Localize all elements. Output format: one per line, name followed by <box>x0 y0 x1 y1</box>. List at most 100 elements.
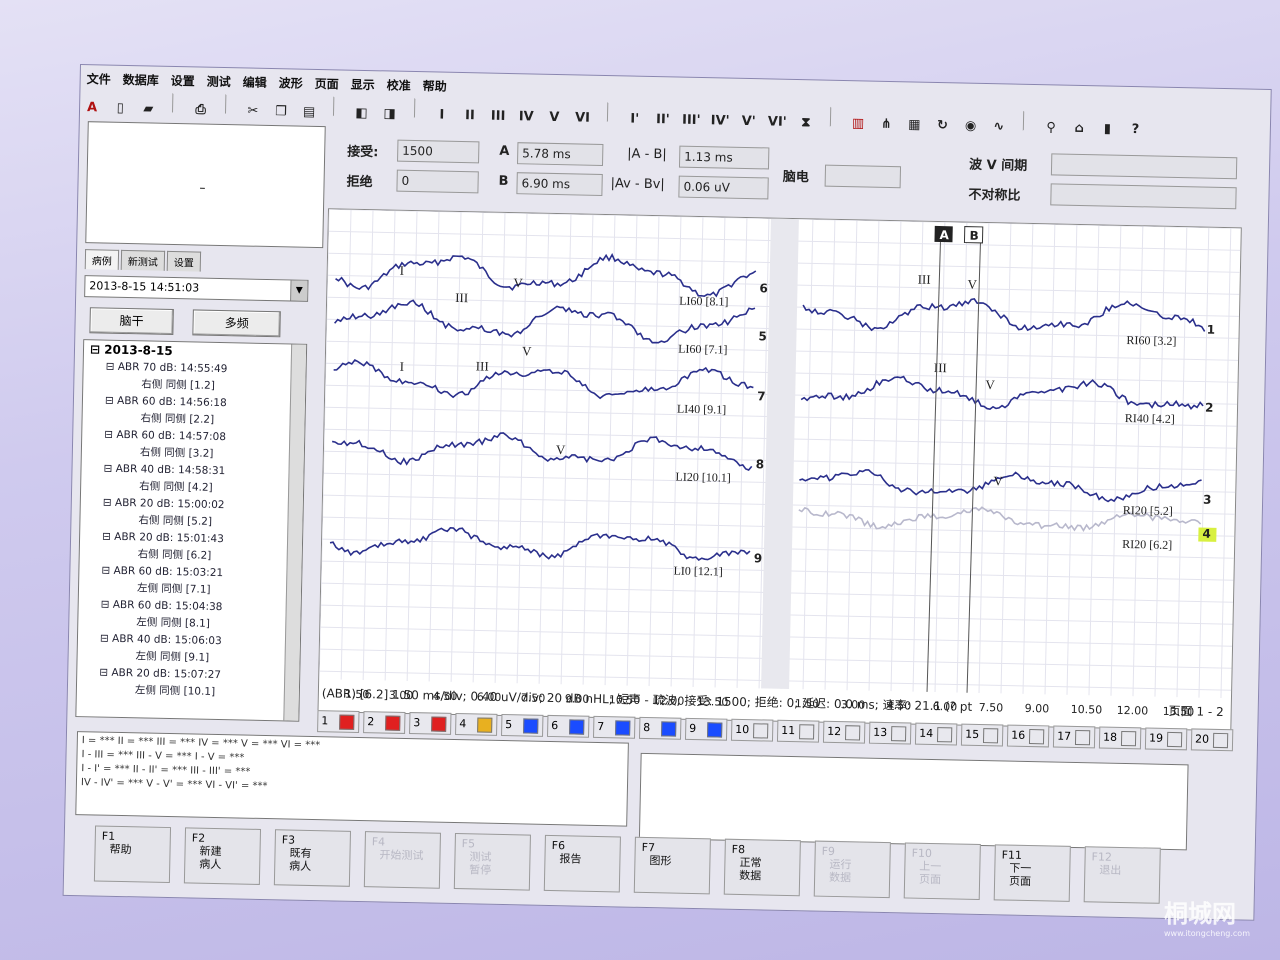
fkey-f3-button[interactable]: F3 既有 病人 <box>273 829 351 887</box>
channel-toggle[interactable]: 3 <box>409 712 452 735</box>
channel-toggle[interactable]: 17 <box>1052 725 1096 749</box>
mark-wave-iv-button[interactable]: IV <box>516 106 536 128</box>
fkey-f4-button[interactable]: F4 开始测试 <box>363 831 441 889</box>
split-icon[interactable]: ⋔ <box>876 114 896 136</box>
cut-icon[interactable]: ✂ <box>243 100 263 122</box>
fkey-code: F4 <box>371 835 386 849</box>
menu-edit[interactable]: 编辑 <box>236 70 272 94</box>
new-file-icon[interactable]: ▯ <box>110 98 130 120</box>
page-prev-icon[interactable]: ◧ <box>351 103 371 125</box>
open-folder-icon[interactable]: ▰ <box>138 98 158 120</box>
fkey-f1-button[interactable]: F1 帮助 <box>93 825 172 884</box>
channel-color-swatch <box>936 727 953 743</box>
fkey-label: 上一 页面 <box>918 859 942 887</box>
marker-icon[interactable]: ⌂ <box>1069 118 1089 140</box>
multifreq-button[interactable]: 多频 <box>192 309 281 338</box>
waveform-plot[interactable]: LI60 [8.1] 6 LI60 [7.1] 5 LI40 [9.1] 7 LI20 [1… <box>317 208 1242 732</box>
channel-toggle[interactable]: 12 <box>822 720 866 744</box>
font-icon[interactable]: A <box>82 97 102 119</box>
paste-icon[interactable]: ▤ <box>299 102 319 124</box>
battery-icon[interactable]: ▮ <box>1097 118 1117 140</box>
mark-wave-vi-prime-button[interactable]: VI' <box>767 111 788 133</box>
trace-label: LI0 [12.1] <box>673 564 723 579</box>
print-icon[interactable]: ⎙ <box>190 99 210 121</box>
channel-toggle[interactable]: 19 <box>1144 727 1188 751</box>
channel-toggle[interactable]: 8 <box>638 716 682 740</box>
channel-toggle[interactable]: 1 <box>317 710 360 733</box>
fkey-f6-button[interactable]: F6 报告 <box>543 834 621 893</box>
channel-number: 12 <box>827 724 842 739</box>
fkey-f8-button[interactable]: F8 正常 数据 <box>723 838 801 897</box>
channel-toggle[interactable]: 20 <box>1190 728 1234 752</box>
tab-settings[interactable]: 设置 <box>166 250 202 272</box>
menu-test[interactable]: 测试 <box>200 70 236 94</box>
mark-wave-v-button[interactable]: V <box>544 107 564 129</box>
menu-waveform[interactable]: 波形 <box>272 71 308 95</box>
grid-line <box>978 223 990 693</box>
tree-leaf[interactable]: 左侧 同侧 [10.1] <box>77 680 299 703</box>
menu-page[interactable]: 页面 <box>308 72 344 96</box>
mark-wave-ii-prime-button[interactable]: II' <box>653 109 673 131</box>
notes-box[interactable] <box>638 752 1189 851</box>
grid-line <box>1198 227 1210 698</box>
collapse-icon[interactable]: ⊟ <box>90 342 105 356</box>
grid-icon[interactable]: ▦ <box>904 114 924 136</box>
channel-toggle[interactable]: 7 <box>592 715 636 739</box>
fkey-f5-button[interactable]: F5 测试 暂停 <box>453 833 531 891</box>
chevron-down-icon[interactable]: ▼ <box>290 280 308 301</box>
mark-wave-iii-button[interactable]: III <box>488 106 508 128</box>
filter-icon[interactable]: ⚲ <box>1041 117 1061 139</box>
page-next-icon[interactable]: ◨ <box>379 103 399 125</box>
fkey-f12-button[interactable]: F12 退出 <box>1083 846 1161 904</box>
wave-icon[interactable]: ∿ <box>989 116 1009 138</box>
channel-toggle[interactable]: 5 <box>501 713 544 737</box>
copy-icon[interactable]: ❐ <box>271 101 291 123</box>
mark-wave-iv-prime-button[interactable]: IV' <box>709 110 730 132</box>
tab-case[interactable]: 病例 <box>84 249 120 270</box>
fkey-f2-button[interactable]: F2 新建 病人 <box>183 827 262 885</box>
channel-toggle[interactable]: 10 <box>730 718 774 742</box>
tab-new-test[interactable]: 新测试 <box>120 249 166 271</box>
channel-toggle[interactable]: 6 <box>547 714 590 738</box>
channel-toggle[interactable]: 18 <box>1098 726 1142 750</box>
menu-database[interactable]: 数据库 <box>116 68 164 92</box>
channel-toggle[interactable]: 2 <box>363 711 406 734</box>
menu-file[interactable]: 文件 <box>80 67 116 91</box>
fkey-f7-button[interactable]: F7 图形 <box>633 836 711 895</box>
bars-icon[interactable]: ▥ <box>848 113 868 135</box>
mark-wave-i-prime-button[interactable]: I' <box>625 108 645 130</box>
mark-wave-iii-prime-button[interactable]: III' <box>681 110 702 132</box>
hourglass-icon[interactable]: ⧗ <box>796 112 816 134</box>
refresh-icon[interactable]: ↻ <box>932 115 952 137</box>
grid-line <box>1022 223 1034 694</box>
fkey-f10-button[interactable]: F10 上一 页面 <box>903 842 981 901</box>
channel-toggle[interactable]: 15 <box>960 723 1004 747</box>
channel-toggle[interactable]: 14 <box>914 722 958 746</box>
channel-toggle[interactable]: 4 <box>455 713 498 736</box>
channel-toggle[interactable]: 9 <box>684 717 728 741</box>
channel-toggle[interactable]: 13 <box>868 721 912 745</box>
mark-wave-v-prime-button[interactable]: V' <box>738 111 758 133</box>
menu-settings[interactable]: 设置 <box>164 69 200 93</box>
channel-color-swatch <box>385 715 401 731</box>
help-icon[interactable]: ? <box>1125 119 1145 141</box>
grid-line <box>1044 224 1056 695</box>
fkey-f11-button[interactable]: F11 下一 页面 <box>993 844 1071 902</box>
grid-line <box>362 210 374 681</box>
mark-wave-i-button[interactable]: I <box>432 104 452 126</box>
menu-display[interactable]: 显示 <box>345 73 381 97</box>
menu-help[interactable]: 帮助 <box>417 74 453 98</box>
grid-line <box>670 216 682 687</box>
fkey-f9-button[interactable]: F9 运行 数据 <box>813 840 891 899</box>
mark-wave-ii-button[interactable]: II <box>460 105 480 127</box>
datetime-select[interactable]: 2013-8-15 14:51:03 ▼ <box>84 275 309 302</box>
channel-number: 2 <box>367 715 375 729</box>
menu-calibrate[interactable]: 校准 <box>381 73 417 97</box>
brainstem-button[interactable]: 脑干 <box>89 307 174 336</box>
mark-wave-vi-button[interactable]: VI <box>572 107 592 129</box>
channel-toggle[interactable]: 16 <box>1006 724 1050 748</box>
ab-diff-field: 1.13 ms <box>678 145 770 170</box>
channel-toggle[interactable]: 11 <box>776 719 820 743</box>
wave-peak-label: V <box>556 442 566 457</box>
record-icon[interactable]: ◉ <box>960 115 980 137</box>
